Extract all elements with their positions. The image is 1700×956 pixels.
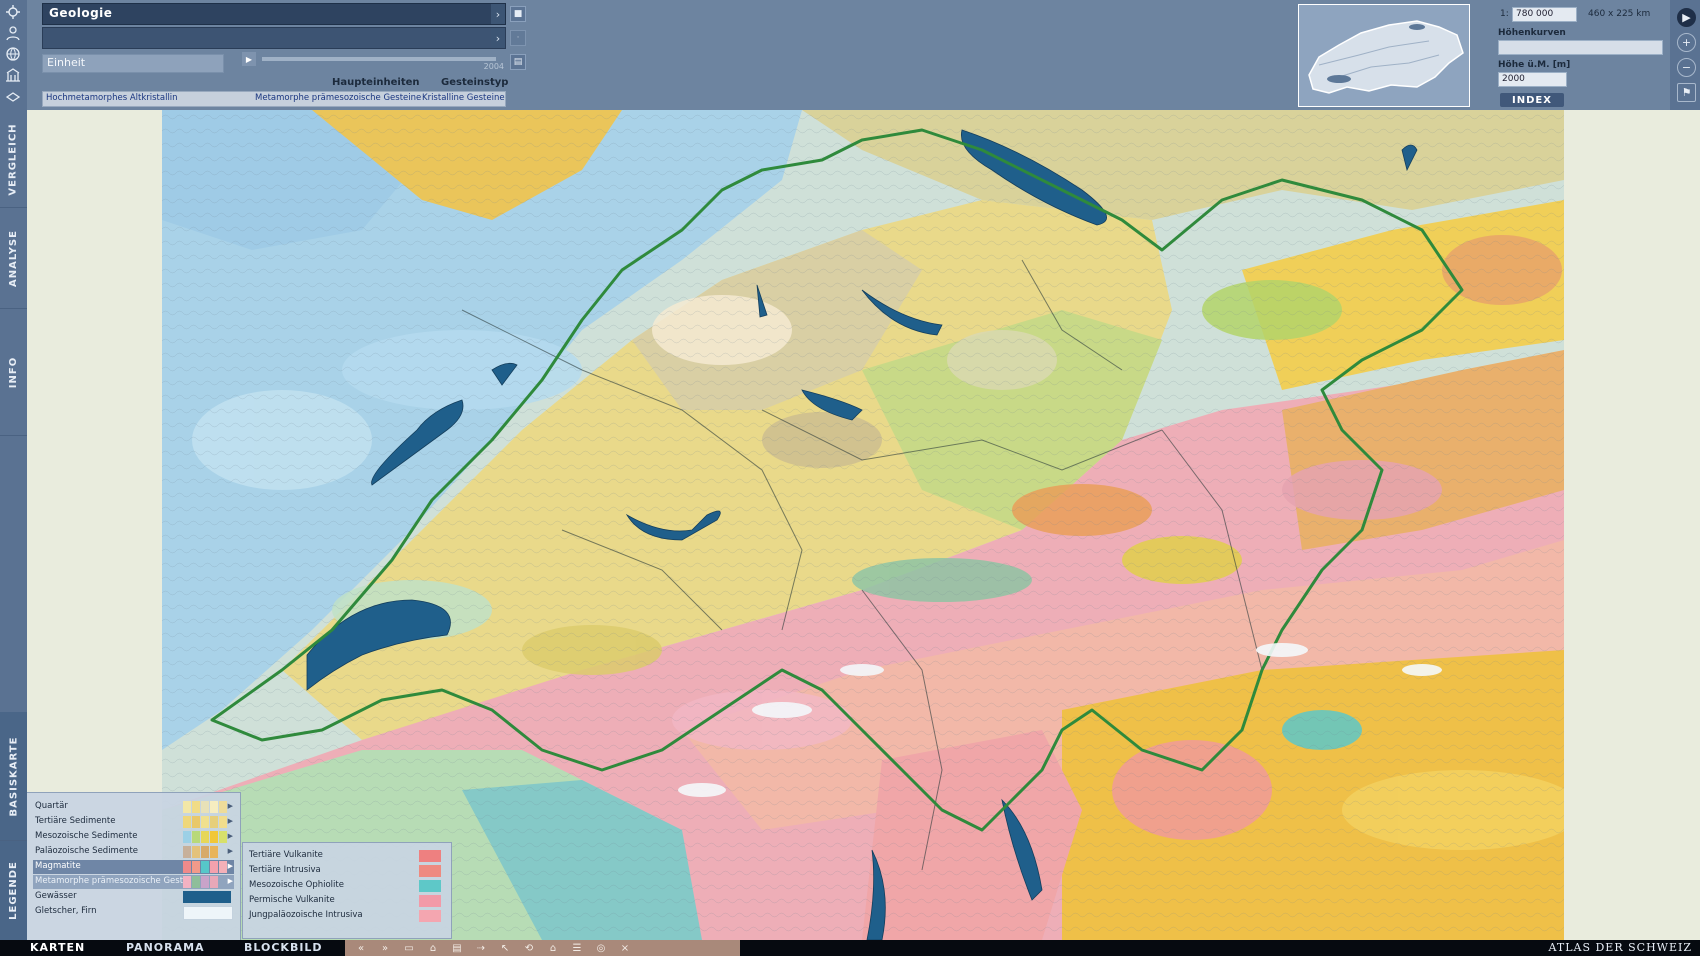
- legend-subitem[interactable]: Mesozoische Ophiolite: [247, 879, 447, 893]
- topic-dropdown[interactable]: Geologie ›: [42, 3, 506, 25]
- legend-swatches: [183, 801, 227, 813]
- time-slider[interactable]: ▶ 2004: [242, 52, 504, 74]
- legend-subitem[interactable]: Permische Vulkanite: [247, 894, 447, 908]
- pointer-icon[interactable]: ↖: [495, 943, 515, 954]
- tab-karten[interactable]: KARTEN: [30, 941, 85, 954]
- play-icon[interactable]: ▶: [242, 52, 256, 66]
- document-icon[interactable]: ▭: [399, 943, 419, 954]
- toggle-icon[interactable]: ·: [510, 30, 526, 46]
- extent-label: 460 x 225 km: [1588, 9, 1651, 19]
- right-tool-rail: ▶ + − ⚑: [1670, 0, 1700, 110]
- index-button[interactable]: INDEX: [1500, 93, 1564, 107]
- chevron-right-icon[interactable]: ›: [491, 4, 505, 24]
- legend-item-gewaesser[interactable]: Gewässer: [33, 890, 234, 904]
- legend-subitem[interactable]: Tertiäre Intrusiva: [247, 864, 447, 878]
- height-label: Höhe ü.M. [m]: [1498, 60, 1571, 70]
- selected-haupteinheit: Metamorphe prämesozoische Gesteine: [255, 93, 422, 103]
- scale-prefix: 1:: [1500, 9, 1509, 19]
- scale-input[interactable]: 780 000: [1512, 7, 1577, 22]
- tab-analyse[interactable]: ANALYSE: [0, 208, 27, 309]
- legend-item-magmatite[interactable]: Magmatite ▶: [33, 860, 234, 874]
- chevron-right-icon: ▶: [227, 832, 233, 840]
- play-icon[interactable]: ▶: [1677, 8, 1696, 27]
- globe-icon[interactable]: [3, 45, 23, 63]
- legend-item-mesozoische-sedimente[interactable]: Mesozoische Sedimente ▶: [33, 830, 234, 844]
- geology-map[interactable]: [162, 110, 1564, 940]
- layers-icon[interactable]: [3, 88, 23, 106]
- tab-panorama[interactable]: PANORAMA: [126, 941, 205, 954]
- export-icon[interactable]: ▤: [510, 54, 526, 70]
- settings-icon[interactable]: [3, 3, 23, 21]
- list-icon[interactable]: ☰: [567, 943, 587, 954]
- chevron-right-icon[interactable]: ›: [491, 28, 505, 48]
- legend-item-quartaer[interactable]: Quartär ▶: [33, 800, 234, 814]
- column-header-haupteinheiten: Haupteinheiten: [332, 77, 420, 88]
- tab-vergleich[interactable]: VERGLEICH: [0, 112, 27, 208]
- brand-label: ATLAS DER SCHWEIZ: [1548, 941, 1692, 954]
- slider-track[interactable]: [262, 57, 496, 61]
- legend-item-tertiaere-sedimente[interactable]: Tertiäre Sedimente ▶: [33, 815, 234, 829]
- left-navigation-rail: VERGLEICH ANALYSE INFO BASISKARTE LEGEND…: [0, 0, 27, 941]
- user-icon[interactable]: [3, 24, 23, 42]
- contour-label: Höhenkurven: [1498, 28, 1566, 38]
- tab-legende[interactable]: LEGENDE: [0, 841, 27, 941]
- column-header-gesteinstyp: Gesteinstyp: [441, 77, 509, 88]
- bottom-toolbar: « » ▭ ⌂ ▤ ⇢ ↖ ⟲ ⌂ ☰ ◎ ×: [345, 940, 740, 956]
- toggle-icon[interactable]: ■: [510, 6, 526, 22]
- subtopic-dropdown[interactable]: ›: [42, 27, 506, 49]
- height-input[interactable]: 2000: [1498, 72, 1567, 87]
- rewind-icon[interactable]: «: [351, 943, 371, 954]
- map-area[interactable]: [27, 110, 1700, 940]
- lock-icon[interactable]: ⌂: [423, 943, 443, 954]
- contour-toggle[interactable]: [1498, 40, 1663, 55]
- chevron-right-icon: ▶: [227, 847, 233, 855]
- print-icon[interactable]: ▤: [447, 943, 467, 954]
- legend-subitem[interactable]: Jungpaläozoische Intrusiva: [247, 909, 447, 923]
- legend-subitem[interactable]: Tertiäre Vulkanite: [247, 849, 447, 863]
- selected-unit: Hochmetamorphes Altkristallin: [46, 93, 178, 103]
- legend-subpanel-magmatite: Tertiäre Vulkanite Tertiäre Intrusiva Me…: [242, 842, 452, 939]
- legend-item-palaeozoische-sedimente[interactable]: Paläozoische Sedimente ▶: [33, 845, 234, 859]
- layers-icon[interactable]: ◎: [591, 943, 611, 954]
- tab-info[interactable]: INFO: [0, 309, 27, 436]
- scale-panel: 1: 780 000 460 x 225 km Höhenkurven Höhe…: [1498, 4, 1663, 114]
- tab-blockbild[interactable]: BLOCKBILD: [244, 941, 323, 954]
- home-icon[interactable]: ⌂: [543, 943, 563, 954]
- zoom-out-icon[interactable]: −: [1677, 58, 1696, 77]
- flag-icon[interactable]: ⚑: [1677, 83, 1696, 102]
- selection-info-bar: Hochmetamorphes Altkristallin Metamorphe…: [42, 91, 506, 107]
- zoom-in-icon[interactable]: +: [1677, 33, 1696, 52]
- overview-map[interactable]: [1298, 4, 1470, 107]
- chevron-right-icon: ▶: [227, 877, 233, 885]
- forward-icon[interactable]: »: [375, 943, 395, 954]
- chevron-right-icon: ▶: [227, 802, 233, 810]
- chevron-right-icon: ▶: [227, 862, 233, 870]
- bottom-bar: KARTEN PANORAMA BLOCKBILD « » ▭ ⌂ ▤ ⇢ ↖ …: [0, 940, 1700, 956]
- export-icon[interactable]: ⇢: [471, 943, 491, 954]
- legend-panel: Quartär ▶ Tertiäre Sedimente ▶ Mesozoisc…: [27, 792, 241, 941]
- legend-item-metamorphe[interactable]: Metamorphe prämesozoische Gest. ▶: [33, 875, 234, 889]
- topic-title: Geologie: [49, 6, 113, 20]
- selected-gesteinstyp: Kristalline Gesteine: [422, 93, 505, 103]
- close-icon[interactable]: ×: [615, 943, 635, 954]
- tab-basiskarte[interactable]: BASISKARTE: [0, 712, 27, 841]
- year-label: 2004: [483, 62, 504, 71]
- chevron-right-icon: ▶: [227, 817, 233, 825]
- building-icon[interactable]: [3, 66, 23, 84]
- unit-field[interactable]: Einheit: [42, 54, 224, 73]
- legend-item-gletscher[interactable]: Gletscher, Firn: [33, 905, 234, 920]
- rotate-icon[interactable]: ⟲: [519, 943, 539, 954]
